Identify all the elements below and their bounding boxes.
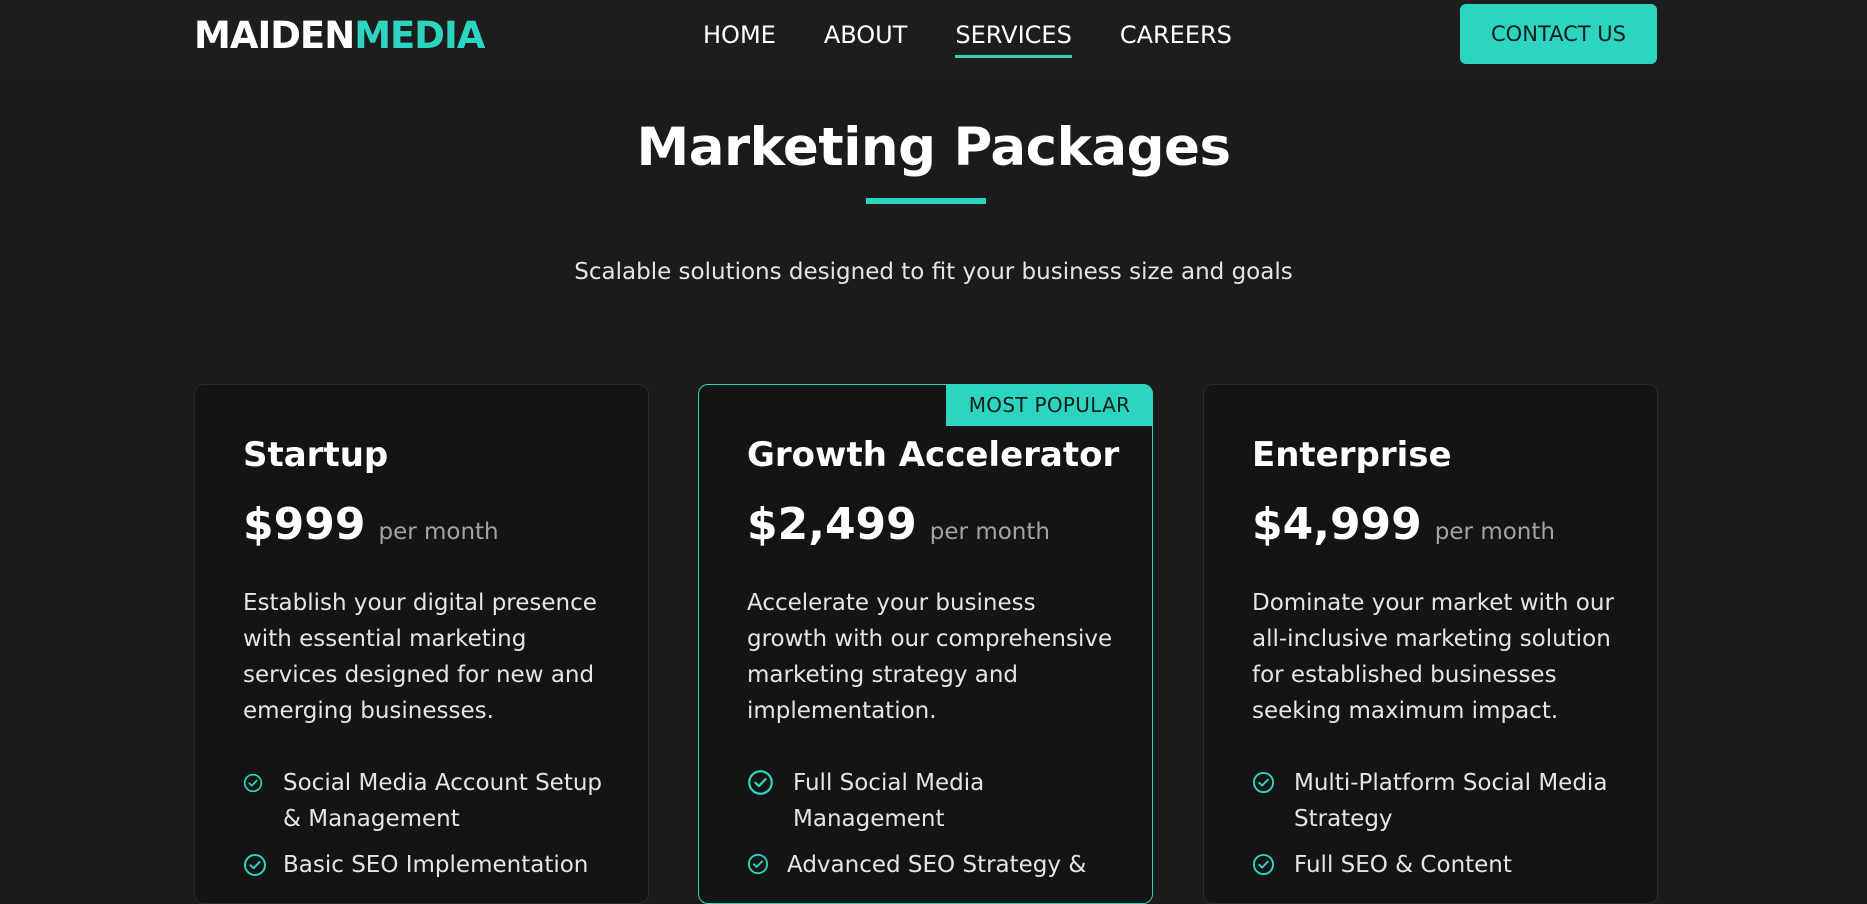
main-nav: HOME ABOUT SERVICES CAREERS bbox=[703, 18, 1232, 58]
pricing-card-startup: Startup $999 per month Establish your di… bbox=[194, 384, 649, 904]
card-description: Dominate your market with our all-inclus… bbox=[1252, 590, 1614, 724]
check-circle-icon bbox=[243, 773, 263, 793]
card-period: per month bbox=[1434, 519, 1555, 545]
pricing-card-growth-accelerator: MOST POPULAR Growth Accelerator $2,499 p… bbox=[698, 384, 1153, 904]
feature-text: Social Media Account Setup & Management bbox=[283, 770, 603, 832]
check-circle-icon bbox=[1252, 853, 1275, 876]
feature-item: Advanced SEO Strategy & bbox=[747, 847, 1122, 883]
feature-text: Basic SEO Implementation bbox=[283, 852, 589, 878]
contact-us-button[interactable]: CONTACT US bbox=[1460, 4, 1657, 64]
feature-text: Full SEO & Content bbox=[1294, 852, 1512, 878]
card-title: Growth Accelerator bbox=[747, 435, 1120, 475]
page-subtitle: Scalable solutions designed to fit your … bbox=[574, 259, 1293, 285]
feature-text: Full Social Media Management bbox=[793, 770, 985, 832]
feature-list: Multi-Platform Social Media Strategy Ful… bbox=[1252, 765, 1627, 893]
feature-text: Advanced SEO Strategy & bbox=[787, 852, 1087, 878]
price-row: $4,999 per month bbox=[1252, 499, 1555, 551]
card-period: per month bbox=[929, 519, 1050, 545]
card-title: Startup bbox=[243, 435, 389, 475]
card-title: Enterprise bbox=[1252, 435, 1452, 475]
page-title: Marketing Packages bbox=[636, 117, 1231, 178]
nav-home[interactable]: HOME bbox=[703, 18, 776, 56]
nav-careers[interactable]: CAREERS bbox=[1120, 18, 1232, 56]
title-underline bbox=[866, 198, 986, 204]
card-price: $999 bbox=[243, 499, 366, 550]
feature-list: Full Social Media Management Advanced SE… bbox=[747, 765, 1122, 893]
pricing-card-enterprise: Enterprise $4,999 per month Dominate you… bbox=[1203, 384, 1658, 904]
card-period: per month bbox=[378, 519, 499, 545]
card-price: $2,499 bbox=[747, 499, 917, 550]
feature-item: Full Social Media Management bbox=[747, 765, 1122, 837]
feature-item: Multi-Platform Social Media Strategy bbox=[1252, 765, 1627, 837]
brand-logo-part-1: MAIDEN bbox=[194, 14, 355, 57]
feature-item: Social Media Account Setup & Management bbox=[243, 765, 618, 837]
price-row: $999 per month bbox=[243, 499, 499, 551]
check-circle-icon bbox=[1252, 771, 1275, 794]
check-circle-icon bbox=[748, 770, 773, 795]
feature-item: Full SEO & Content bbox=[1252, 847, 1627, 883]
brand-logo-part-2: MEDIA bbox=[354, 14, 485, 57]
card-price: $4,999 bbox=[1252, 499, 1422, 550]
card-description: Establish your digital presence with ess… bbox=[243, 590, 597, 724]
card-description: Accelerate your business growth with our… bbox=[747, 590, 1113, 724]
nav-about[interactable]: ABOUT bbox=[824, 18, 908, 56]
feature-item: Basic SEO Implementation bbox=[243, 847, 618, 883]
nav-services[interactable]: SERVICES bbox=[955, 18, 1073, 58]
most-popular-badge: MOST POPULAR bbox=[946, 384, 1153, 426]
brand-logo[interactable]: MAIDENMEDIA bbox=[194, 14, 485, 58]
feature-text: Multi-Platform Social Media Strategy bbox=[1294, 770, 1608, 832]
price-row: $2,499 per month bbox=[747, 499, 1050, 551]
check-circle-icon bbox=[244, 854, 266, 876]
navbar: MAIDENMEDIA HOME ABOUT SERVICES CAREERS … bbox=[0, 0, 1867, 77]
feature-list: Social Media Account Setup & Management … bbox=[243, 765, 618, 893]
